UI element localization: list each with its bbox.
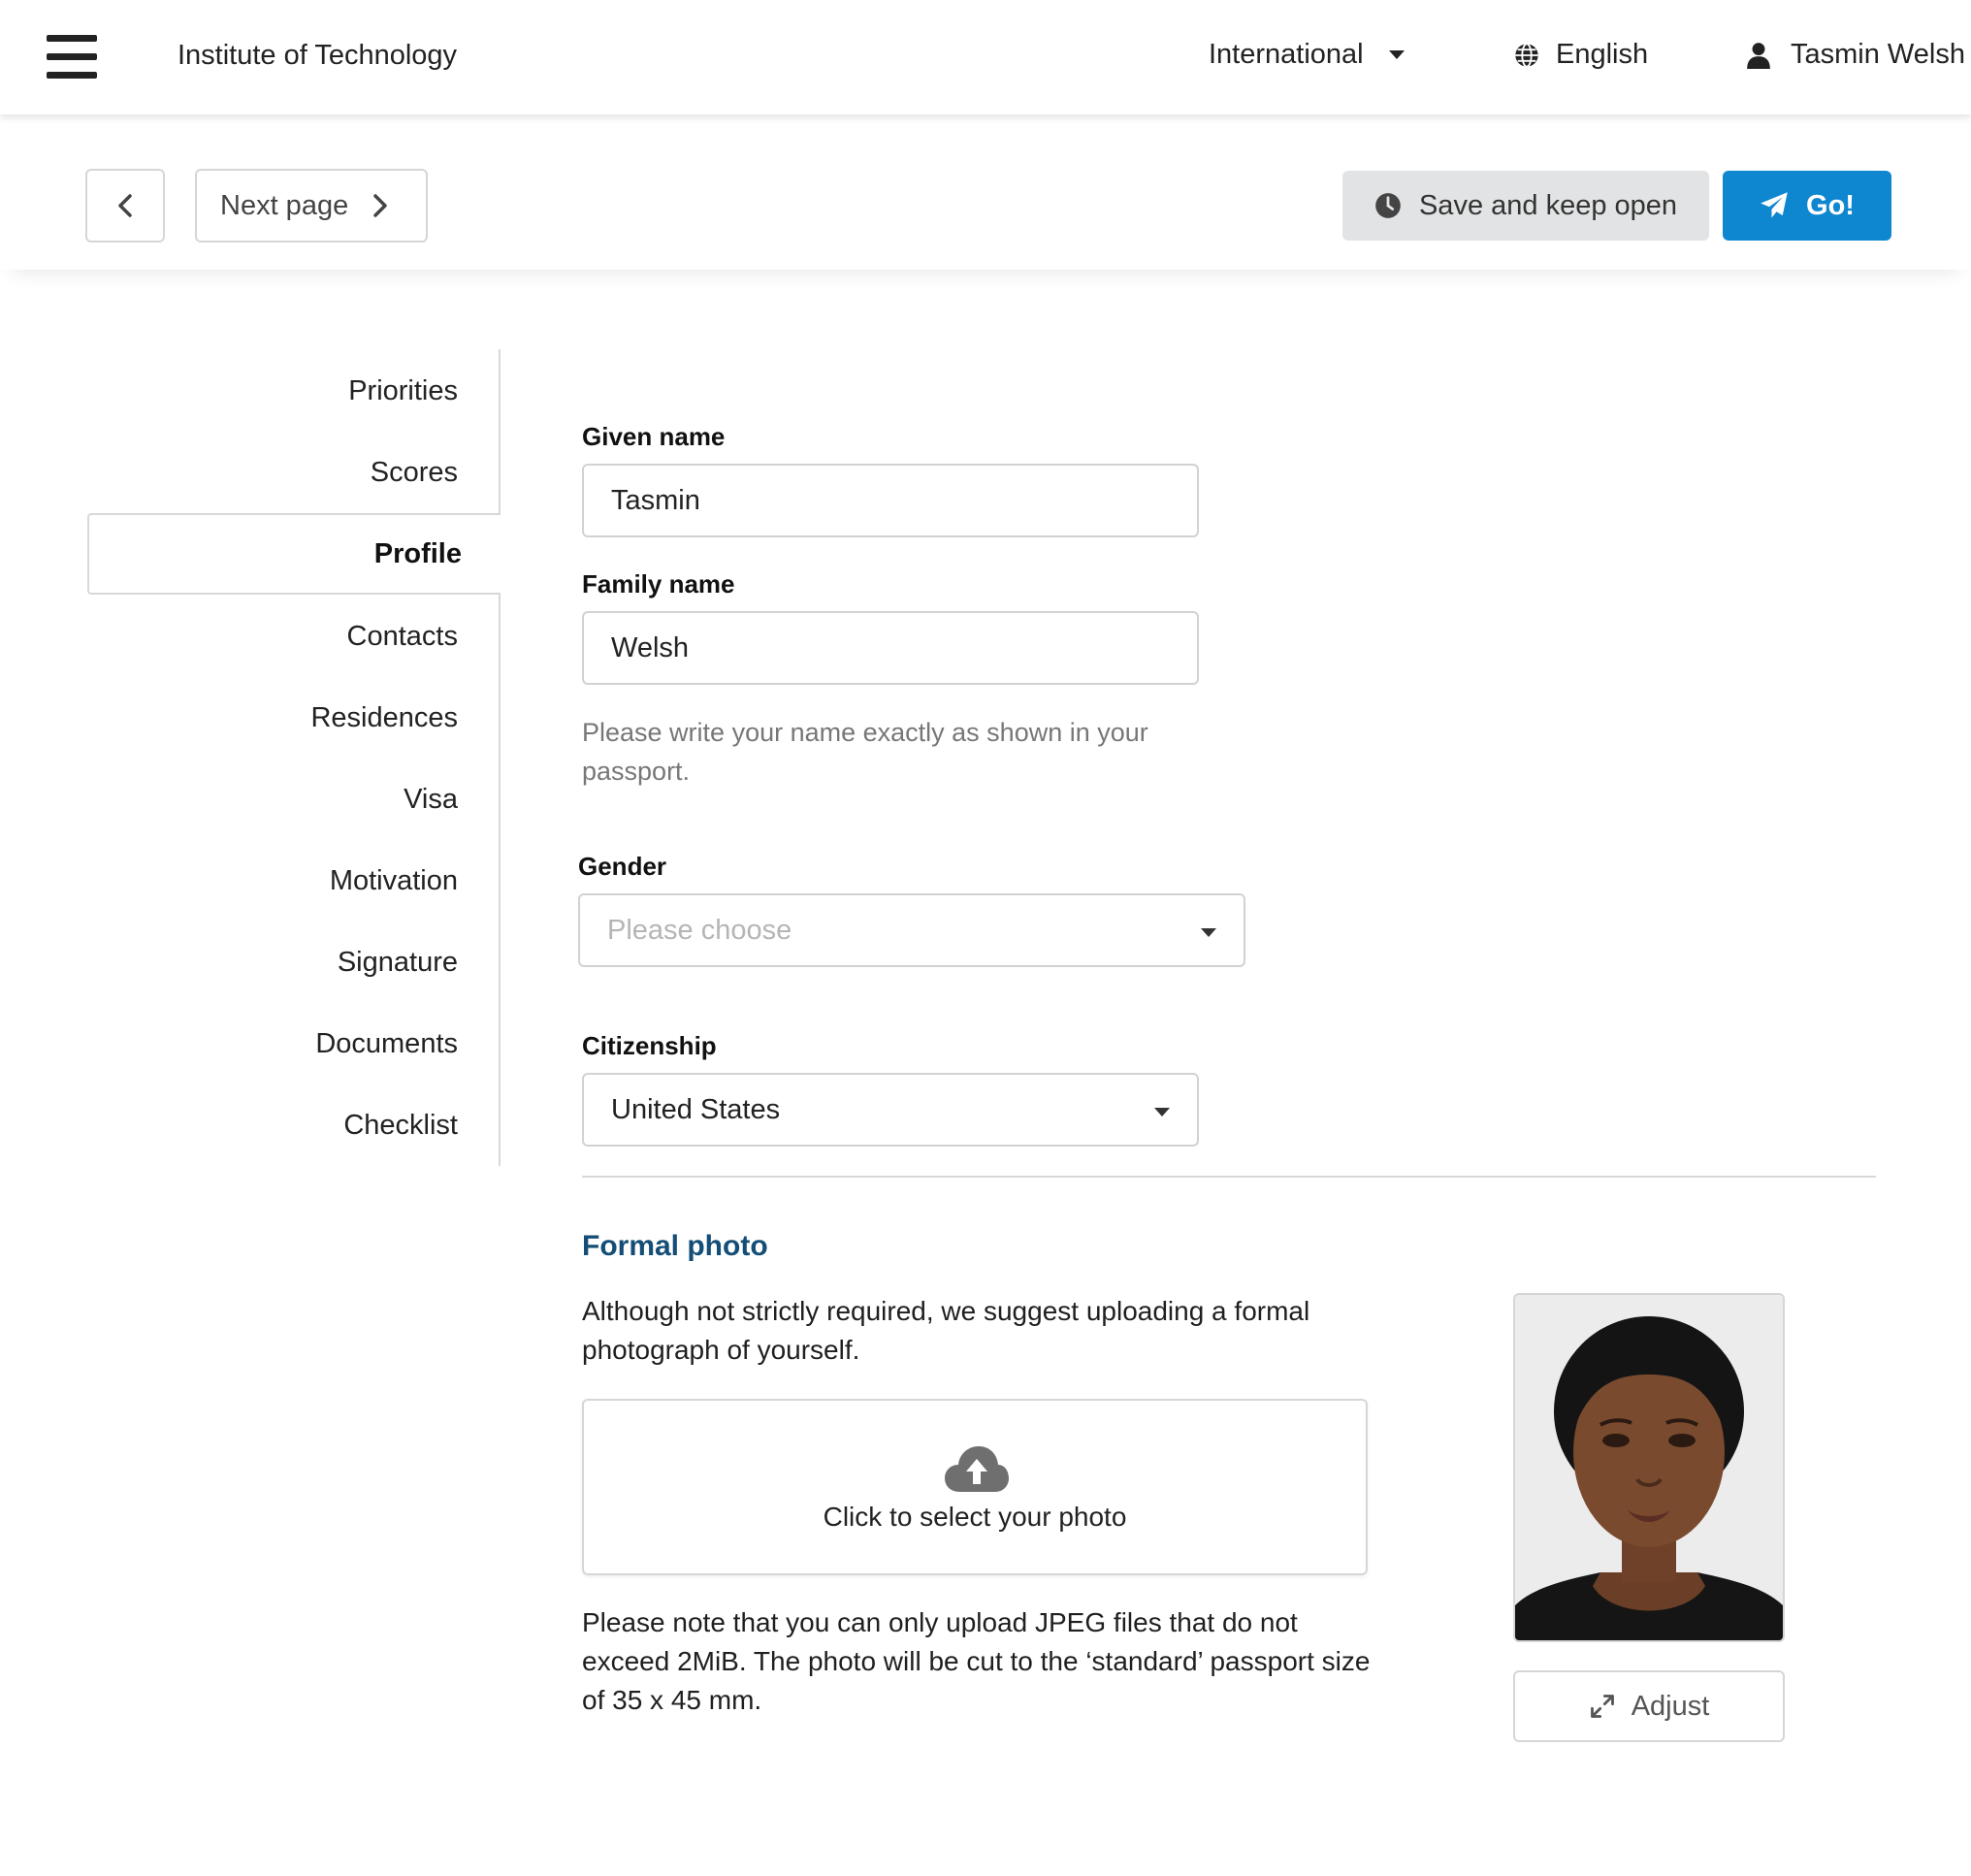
caret-down-icon: [1388, 50, 1405, 59]
language-selector[interactable]: English: [1513, 39, 1648, 71]
user-icon: [1747, 42, 1770, 69]
caret-down-icon: [1201, 928, 1216, 937]
photo-preview: [1513, 1293, 1785, 1642]
section-divider: [582, 1176, 1876, 1178]
adjust-photo-button[interactable]: Adjust: [1513, 1670, 1785, 1742]
sidenav-divider: [499, 349, 501, 1166]
given-name-label: Given name: [582, 422, 726, 451]
sidebar-item-scores[interactable]: Scores: [371, 457, 458, 489]
family-name-input[interactable]: Welsh: [582, 611, 1199, 685]
sidebar-item-residences[interactable]: Residences: [310, 702, 458, 734]
scope-dropdown[interactable]: International: [1209, 39, 1405, 71]
adjust-label: Adjust: [1631, 1690, 1710, 1722]
formal-photo-heading: Formal photo: [582, 1230, 768, 1262]
citizenship-value: United States: [611, 1093, 781, 1125]
sidebar-item-documents[interactable]: Documents: [315, 1028, 458, 1060]
cloud-upload-icon: [945, 1446, 1009, 1492]
family-name-value: Welsh: [611, 631, 690, 663]
citizenship-select[interactable]: United States: [582, 1073, 1199, 1147]
save-and-keep-open-button[interactable]: Save and keep open: [1342, 171, 1709, 241]
previous-page-button[interactable]: [85, 169, 165, 243]
user-name: Tasmin Welsh: [1791, 39, 1965, 70]
sidebar-item-signature[interactable]: Signature: [338, 947, 458, 979]
given-name-value: Tasmin: [611, 484, 700, 516]
given-name-input[interactable]: Tasmin: [582, 464, 1199, 537]
globe-icon: [1515, 42, 1538, 68]
gender-placeholder: Please choose: [607, 914, 792, 946]
upload-note-text: Please note that you can only upload JPE…: [582, 1607, 1371, 1715]
chevron-left-icon: [118, 194, 132, 217]
citizenship-label: Citizenship: [582, 1031, 717, 1060]
institution-name[interactable]: Institute of Technology: [178, 40, 457, 72]
paper-plane-icon: [1761, 192, 1788, 218]
sidebar-item-label: Profile: [373, 538, 462, 569]
portrait-image: [1515, 1295, 1783, 1640]
gender-label: Gender: [578, 852, 667, 881]
next-page-label: Next page: [220, 189, 349, 221]
family-name-label: Family name: [582, 569, 735, 598]
sidebar-item-contacts[interactable]: Contacts: [347, 621, 458, 653]
sidebar-item-priorities[interactable]: Priorities: [348, 375, 458, 407]
upload-label: Click to select your photo: [823, 1502, 1127, 1532]
top-bar: Institute of Technology International En…: [0, 0, 1971, 114]
photo-intro-text: Although not strictly required, we sugge…: [582, 1296, 1310, 1365]
hamburger-menu-icon[interactable]: [47, 35, 97, 80]
sidebar-item-visa[interactable]: Visa: [404, 784, 458, 816]
chevron-right-icon: [373, 194, 387, 217]
save-label: Save and keep open: [1418, 189, 1678, 221]
caret-down-icon: [1154, 1108, 1170, 1116]
user-menu[interactable]: Tasmin Welsh: [1746, 39, 1965, 71]
scope-label: International: [1209, 39, 1364, 70]
sidebar-item-motivation[interactable]: Motivation: [330, 865, 458, 897]
sidebar-item-profile[interactable]: Profile: [87, 513, 501, 595]
go-label: Go!: [1806, 189, 1855, 221]
go-submit-button[interactable]: Go!: [1723, 171, 1891, 241]
gender-select[interactable]: Please choose: [578, 893, 1245, 967]
language-label: English: [1556, 39, 1649, 70]
sidebar-item-checklist[interactable]: Checklist: [343, 1110, 458, 1142]
clock-icon: [1375, 193, 1401, 218]
photo-upload-dropzone[interactable]: Click to select your photo: [582, 1399, 1368, 1575]
next-page-button[interactable]: Next page: [195, 169, 428, 243]
expand-arrows-icon: [1590, 1695, 1614, 1718]
name-help-text: Please write your name exactly as shown …: [582, 718, 1148, 786]
